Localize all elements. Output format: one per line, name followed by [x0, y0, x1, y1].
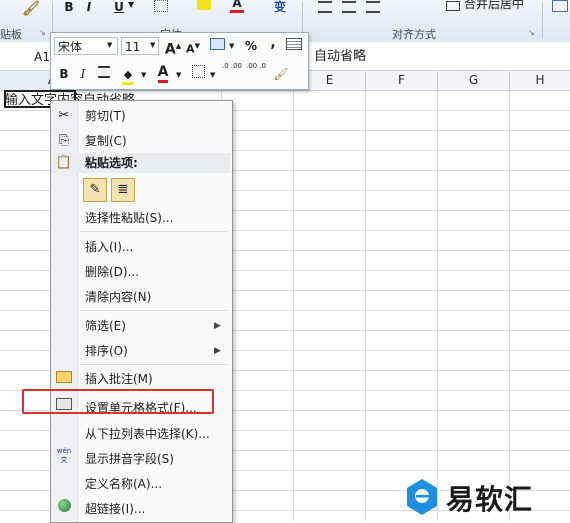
font-name-value: 宋体: [58, 40, 83, 54]
chevron-down-icon[interactable]: ▼: [176, 71, 181, 79]
merge-center-icon[interactable]: [446, 1, 460, 11]
comma-button[interactable]: ,: [263, 33, 283, 53]
paste-formatting-icon[interactable]: ✎: [83, 178, 107, 202]
number-format-icon[interactable]: [552, 0, 568, 12]
paste-options-label: 粘贴选项:: [85, 156, 138, 170]
highlight-annotation-box: [22, 389, 214, 414]
menu-item-filter[interactable]: 筛选(E): [85, 318, 126, 334]
borders-icon[interactable]: [188, 64, 208, 84]
merge-center-button[interactable]: 合并后居中: [464, 0, 524, 12]
alignment-launcher-icon[interactable]: ↘: [528, 28, 535, 37]
menu-item-cut[interactable]: 剪切(T): [85, 108, 126, 124]
percent-button[interactable]: %: [241, 36, 261, 56]
mini-font-color-button[interactable]: A: [153, 62, 173, 83]
shrink-font-label: A: [186, 42, 195, 56]
align-left-icon[interactable]: [318, 1, 332, 13]
scissors-icon: ✂: [58, 108, 70, 123]
column-header-g[interactable]: G: [438, 71, 510, 90]
font-color-icon[interactable]: A: [230, 0, 244, 13]
menu-separator: [80, 364, 228, 365]
font-color-letter: A: [157, 64, 169, 83]
mini-italic-button[interactable]: I: [73, 64, 93, 84]
center-align-icon[interactable]: [94, 64, 114, 84]
increase-decimal-button[interactable]: .0 .00: [221, 62, 243, 82]
menu-separator: [80, 231, 228, 232]
alignment-group-label: 对齐方式: [392, 28, 436, 41]
clipboard-icon: 📋: [55, 155, 73, 170]
copy-icon: ⎘: [58, 133, 70, 148]
watermark-logo-icon: [407, 479, 437, 515]
menu-item-phonetic[interactable]: 显示拼音字段(S): [85, 451, 174, 467]
mini-toolbar: 宋体 ▼ 11 ▼ A▲ A▼ ▼ % , B I ◆ ▼ A ▼ ▼ .0 .…: [50, 32, 309, 90]
menu-separator: [80, 310, 228, 311]
chevron-down-icon[interactable]: ▼: [128, 0, 134, 9]
chevron-down-icon[interactable]: ▼: [150, 41, 155, 49]
borders-icon[interactable]: [154, 0, 168, 12]
column-header-f[interactable]: F: [366, 71, 438, 90]
watermark-text: 易软汇: [446, 483, 534, 516]
menu-item-paste-special[interactable]: 选择性粘贴(S)...: [85, 210, 173, 226]
shrink-font-button[interactable]: A▼: [183, 36, 203, 56]
menu-item-insert-comment[interactable]: 插入批注(M): [85, 371, 153, 387]
menu-item-pick-from-list[interactable]: 从下拉列表中选择(K)...: [85, 426, 210, 442]
submenu-arrow-icon: ▶: [214, 346, 221, 356]
mini-bold-button[interactable]: B: [54, 64, 74, 84]
format-painter-icon[interactable]: 🖌: [22, 2, 40, 18]
align-center-icon[interactable]: [342, 1, 356, 13]
bold-button[interactable]: B: [62, 0, 76, 14]
grow-font-label: A: [164, 41, 176, 58]
italic-button[interactable]: I: [82, 0, 96, 14]
paste-options-header: [51, 153, 230, 173]
name-box[interactable]: A1: [0, 47, 50, 67]
fill-color-icon[interactable]: [197, 0, 211, 10]
format-painter-icon[interactable]: 🖌: [271, 64, 291, 84]
phonetic-icon: wén 文: [56, 447, 72, 464]
clipboard-launcher-icon[interactable]: ↘: [39, 28, 46, 37]
align-right-icon[interactable]: [366, 1, 380, 13]
chevron-down-icon[interactable]: ▼: [141, 71, 146, 79]
decrease-decimal-button[interactable]: .00 .0: [245, 62, 267, 82]
grow-font-button[interactable]: A▲: [163, 36, 183, 58]
globe-link-icon: [55, 499, 73, 515]
menu-item-hyperlink[interactable]: 超链接(I)...: [85, 501, 145, 517]
fill-color-icon[interactable]: ◆: [118, 64, 138, 85]
format-table-icon[interactable]: [284, 36, 304, 56]
column-header-h[interactable]: H: [510, 71, 570, 90]
menu-item-define-name[interactable]: 定义名称(A)...: [85, 476, 162, 492]
chevron-down-icon[interactable]: ▼: [229, 42, 234, 50]
menu-item-copy[interactable]: 复制(C): [85, 133, 127, 149]
menu-item-clear[interactable]: 清除内容(N): [85, 289, 151, 305]
menu-item-sort[interactable]: 排序(O): [85, 343, 128, 359]
menu-item-insert[interactable]: 插入(I)...: [85, 239, 133, 255]
submenu-arrow-icon: ▶: [214, 321, 221, 331]
chevron-down-icon[interactable]: ▼: [210, 71, 215, 79]
paste-icon[interactable]: ≣: [111, 178, 135, 202]
accounting-format-icon[interactable]: [207, 36, 227, 56]
comment-icon: [55, 371, 73, 387]
menu-item-delete[interactable]: 删除(D)...: [85, 264, 139, 280]
underline-button[interactable]: U: [112, 0, 126, 14]
formula-input[interactable]: 自动省略: [314, 47, 366, 67]
phonetic-button[interactable]: 变: [272, 0, 288, 14]
clipboard-group-label: 贴板: [0, 28, 22, 41]
chevron-down-icon[interactable]: ▼: [107, 41, 112, 49]
font-size-value: 11: [125, 40, 141, 54]
